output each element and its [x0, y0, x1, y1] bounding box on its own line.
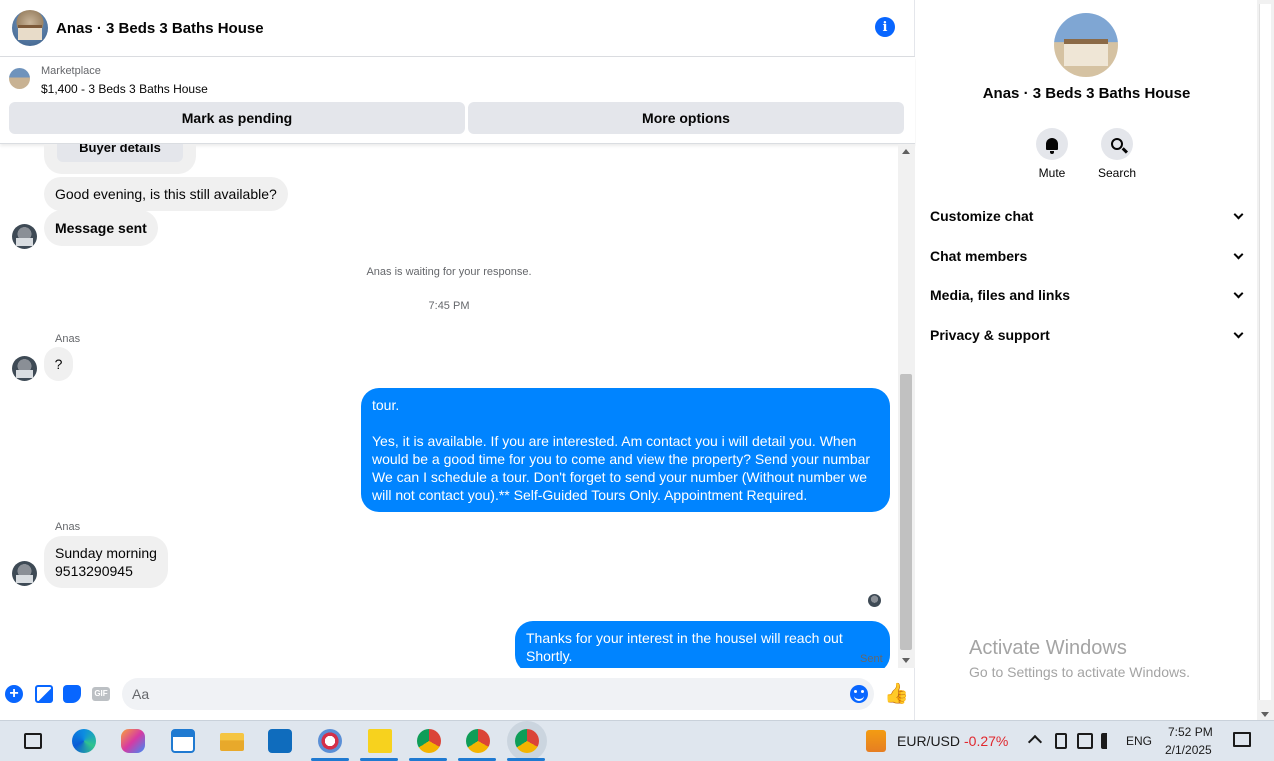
section-privacy-support[interactable]: Privacy & support	[930, 324, 1245, 346]
notification-center-icon[interactable]	[1233, 732, 1251, 747]
section-media-files-links[interactable]: Media, files and links	[930, 284, 1245, 306]
buyer-details-card: Buyer details	[44, 144, 196, 174]
section-label: Privacy & support	[930, 327, 1050, 343]
copilot-icon[interactable]	[121, 729, 145, 753]
sticker-icon[interactable]	[63, 685, 81, 703]
mute-button[interactable]	[1036, 128, 1068, 160]
marketplace-bar: Marketplace $1,400 - 3 Beds 3 Baths Hous…	[0, 57, 915, 144]
chrome-icon[interactable]	[466, 729, 490, 753]
marketplace-label: Marketplace	[41, 65, 101, 77]
sender-avatar[interactable]	[12, 224, 37, 249]
message-outgoing: Thanks for your interest in the houseI w…	[515, 621, 890, 668]
thumbs-up-icon[interactable]: 👍	[884, 683, 909, 705]
volume-icon[interactable]	[1101, 733, 1115, 749]
chat-header: Anas · 3 Beds 3 Baths House	[0, 0, 915, 57]
chevron-down-icon	[1233, 249, 1244, 259]
timestamp: 7:45 PM	[428, 300, 470, 312]
sender-avatar[interactable]	[12, 356, 37, 381]
edge-browser-icon[interactable]	[72, 729, 96, 753]
message-scrollbar[interactable]	[898, 144, 915, 668]
scroll-down-arrow-icon[interactable]	[902, 658, 910, 663]
message-incoming: ?	[44, 347, 73, 381]
stock-widget-icon[interactable]	[866, 730, 886, 752]
watermark-subtitle: Go to Settings to activate Windows.	[969, 664, 1190, 680]
activate-windows-watermark: Activate Windows Go to Settings to activ…	[969, 637, 1190, 680]
bell-icon	[1046, 138, 1058, 154]
search-label: Search	[1097, 166, 1137, 180]
message-list: Buyer details Good evening, is this stil…	[0, 144, 898, 668]
watermark-title: Activate Windows	[969, 637, 1127, 659]
search-button[interactable]	[1101, 128, 1133, 160]
gif-icon[interactable]: GIF	[92, 687, 110, 701]
chevron-up-icon[interactable]	[1027, 734, 1043, 750]
sender-avatar[interactable]	[12, 561, 37, 586]
stock-ticker[interactable]: EUR/USD	[897, 733, 960, 749]
chat-title[interactable]: Anas · 3 Beds 3 Baths House	[56, 20, 264, 37]
section-chat-members[interactable]: Chat members	[930, 245, 1245, 267]
system-notice: Anas is waiting for your response.	[366, 266, 532, 278]
scrollbar-thumb[interactable]	[900, 374, 912, 650]
page-scrollbar[interactable]	[1257, 0, 1274, 720]
buyer-details-button[interactable]: Buyer details	[57, 144, 183, 162]
chevron-down-icon	[1233, 209, 1244, 219]
message-incoming: Message sent	[44, 210, 158, 246]
page-scrollbar-thumb[interactable]	[1259, 4, 1271, 700]
message-incoming: Good evening, is this still available?	[44, 177, 288, 211]
message-incoming: Sunday morning 9513290945	[44, 536, 168, 588]
scroll-down-arrow-icon[interactable]	[1261, 712, 1269, 717]
section-label: Customize chat	[930, 208, 1034, 224]
photo-icon[interactable]	[35, 685, 53, 703]
conversation-name: Anas · 3 Beds 3 Baths House	[982, 85, 1191, 102]
search-action[interactable]: Search	[1087, 128, 1147, 180]
conversation-info-panel: Anas · 3 Beds 3 Baths House Mute Search …	[916, 0, 1257, 720]
sent-status: Sent	[860, 653, 883, 665]
sender-name: Anas	[55, 521, 81, 533]
clock-time[interactable]: 7:52 PM	[1168, 725, 1213, 739]
sender-name: Anas	[55, 333, 81, 345]
windows-taskbar: EUR/USD -0.27% ENG 7:52 PM 2/1/2025	[0, 720, 1274, 761]
chevron-down-icon	[1233, 328, 1244, 338]
section-label: Media, files and links	[930, 287, 1071, 303]
info-icon[interactable]	[875, 17, 895, 37]
search-icon	[1111, 138, 1123, 150]
file-explorer-icon[interactable]	[220, 733, 244, 751]
language-indicator[interactable]: ENG	[1126, 734, 1152, 748]
task-view-icon[interactable]	[24, 733, 42, 749]
camera-icon[interactable]	[1055, 733, 1067, 749]
message-input[interactable]	[122, 678, 874, 710]
mute-label: Mute	[1038, 166, 1066, 180]
contact-avatar[interactable]	[12, 10, 48, 46]
listing-title[interactable]: $1,400 - 3 Beds 3 Baths House	[41, 82, 208, 96]
emoji-icon[interactable]	[850, 685, 868, 703]
network-icon[interactable]	[1077, 733, 1093, 749]
section-label: Chat members	[930, 248, 1028, 264]
seen-receipt-avatar	[868, 594, 881, 607]
listing-thumbnail[interactable]	[9, 68, 30, 89]
message-outgoing: tour. Yes, it is available. If you are i…	[361, 388, 890, 512]
stock-change: -0.27%	[964, 733, 1009, 749]
chrome-icon[interactable]	[515, 729, 539, 753]
outlook-icon[interactable]	[268, 729, 292, 753]
section-customize-chat[interactable]: Customize chat	[930, 205, 1245, 227]
mark-as-pending-button[interactable]: Mark as pending	[9, 102, 465, 134]
chat-panel: Anas · 3 Beds 3 Baths House Marketplace …	[0, 0, 915, 720]
mute-action[interactable]: Mute	[1022, 128, 1082, 180]
clock-date[interactable]: 2/1/2025	[1165, 743, 1212, 757]
chevron-down-icon	[1233, 288, 1244, 298]
sticky-notes-icon[interactable]	[368, 729, 392, 753]
composer: + GIF 👍	[0, 675, 915, 715]
chrome-icon[interactable]	[417, 729, 441, 753]
snipping-tool-icon[interactable]	[318, 729, 342, 753]
plus-icon[interactable]: +	[5, 685, 23, 703]
store-icon[interactable]	[171, 729, 195, 753]
more-options-button[interactable]: More options	[468, 102, 904, 134]
scroll-up-arrow-icon[interactable]	[902, 149, 910, 154]
conversation-avatar[interactable]	[1054, 13, 1118, 77]
